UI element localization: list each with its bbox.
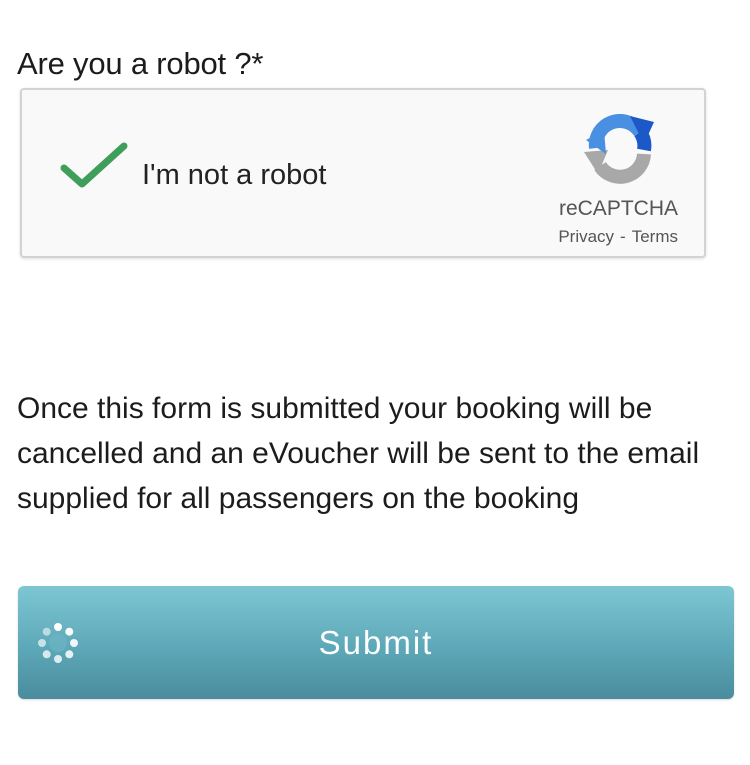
checkmark-icon[interactable]	[60, 140, 130, 194]
robot-question-label: Are you a robot ?*	[17, 46, 264, 81]
legal-separator: -	[620, 227, 626, 246]
submit-button[interactable]: Submit	[18, 586, 734, 699]
recaptcha-widget: I'm not a robot reCAPTCHA Privacy - Terms	[20, 88, 706, 258]
submit-button-label: Submit	[318, 624, 434, 661]
cancellation-notice: Once this form is submitted your booking…	[17, 392, 700, 515]
recaptcha-checkbox-label[interactable]: I'm not a robot	[142, 158, 326, 192]
terms-link[interactable]: Terms	[632, 227, 678, 246]
recaptcha-logo-icon	[582, 113, 658, 184]
recaptcha-brand-text: reCAPTCHA	[558, 197, 678, 220]
privacy-link[interactable]: Privacy	[558, 227, 614, 246]
recaptcha-legal-links: Privacy - Terms	[558, 226, 678, 248]
